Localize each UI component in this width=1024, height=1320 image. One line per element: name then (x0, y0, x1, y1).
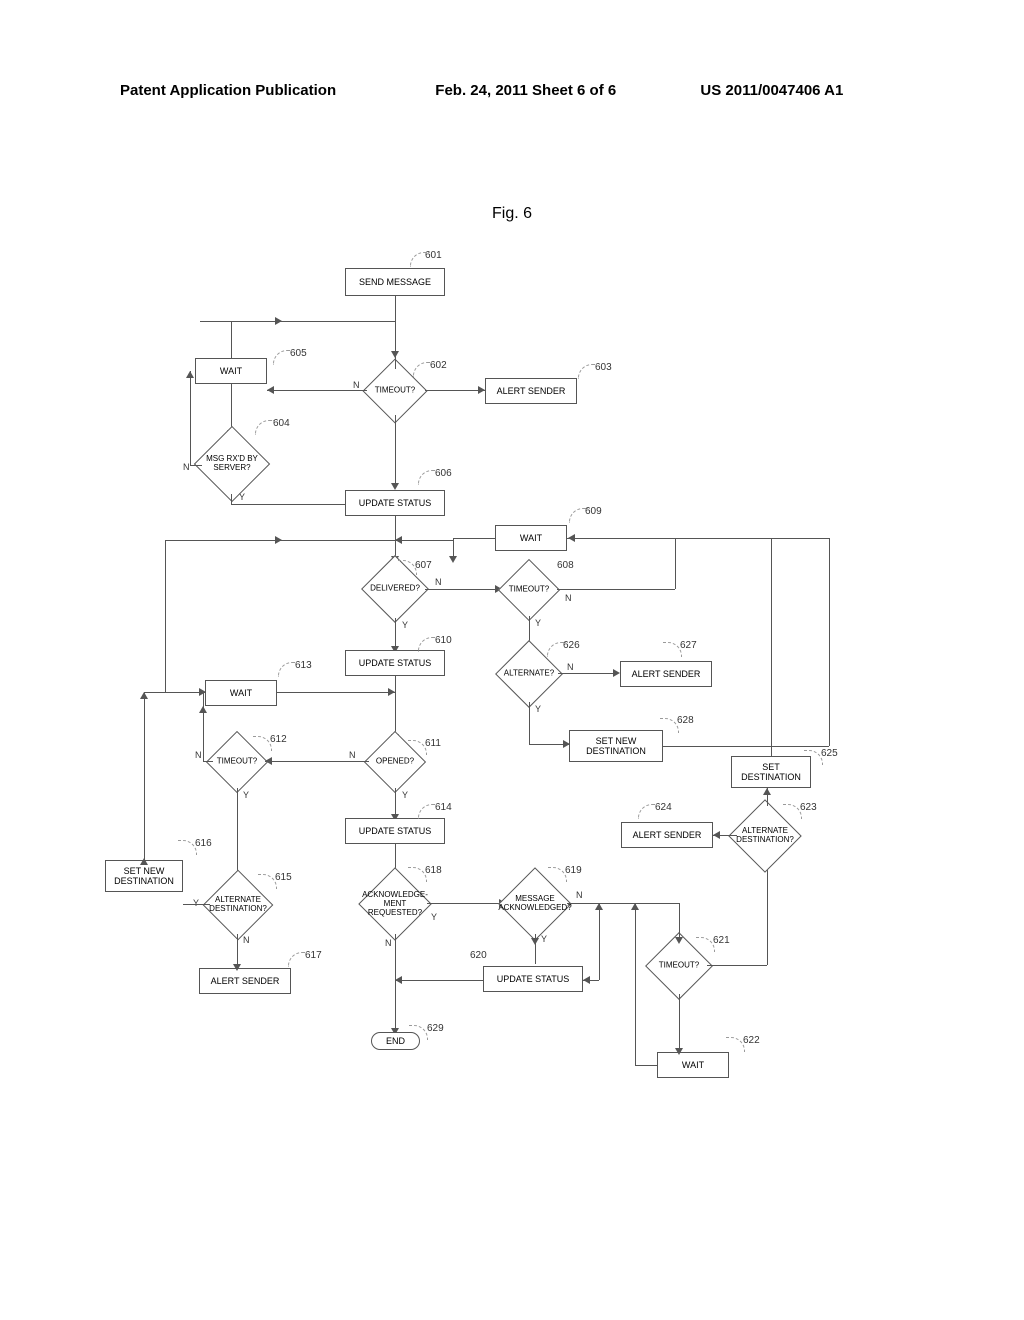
edge-611-N: N (349, 750, 356, 760)
ref-611: 611 (425, 738, 441, 749)
node-update-606: UPDATE STATUS (345, 490, 445, 516)
ref-610: 610 (435, 635, 452, 646)
node-wait-609: WAIT (495, 525, 567, 551)
edge-604-N: N (183, 462, 190, 472)
node-alert-617: ALERT SENDER (199, 968, 291, 994)
edge-615-Y: Y (193, 898, 199, 908)
ref-620: 620 (470, 950, 487, 961)
ref-604: 604 (273, 418, 290, 429)
ref-627: 627 (680, 640, 697, 651)
edge-619-Y: Y (541, 934, 547, 944)
edge-611-Y: Y (402, 790, 408, 800)
header-right: US 2011/0047406 A1 (700, 82, 843, 99)
header-left: Patent Application Publication (120, 82, 336, 99)
ref-613: 613 (295, 660, 312, 671)
node-update-610: UPDATE STATUS (345, 650, 445, 676)
ref-606: 606 (435, 468, 452, 479)
edge-626-Y: Y (535, 704, 541, 714)
node-wait-605: WAIT (195, 358, 267, 384)
edge-612-N: N (195, 750, 202, 760)
ref-608: 608 (557, 560, 574, 571)
edge-608-N: N (565, 593, 572, 603)
edge-607-N: N (435, 577, 442, 587)
ref-605: 605 (290, 348, 307, 359)
ref-628: 628 (677, 715, 694, 726)
edge-608-Y: Y (535, 618, 541, 628)
edge-618-Y: Y (431, 912, 437, 922)
node-wait-622: WAIT (657, 1052, 729, 1078)
ref-625: 625 (821, 748, 838, 759)
node-alert-627: ALERT SENDER (620, 661, 712, 687)
ref-615: 615 (275, 872, 292, 883)
header-mid: Feb. 24, 2011 Sheet 6 of 6 (435, 82, 616, 99)
node-msg-rxd: MSG RX'D BYSERVER? (194, 426, 270, 502)
ref-618: 618 (425, 865, 442, 876)
page-header: Patent Application Publication Feb. 24, … (0, 82, 1024, 99)
ref-602: 602 (430, 360, 447, 371)
ref-614: 614 (435, 802, 452, 813)
ref-612: 612 (270, 734, 287, 745)
edge-618-N: N (385, 938, 392, 948)
node-wait-613: WAIT (205, 680, 277, 706)
ref-629: 629 (427, 1023, 444, 1034)
figure-title: Fig. 6 (0, 205, 1024, 223)
node-send-message: SEND MESSAGE (345, 268, 445, 296)
node-timeout-608: TIMEOUT? (498, 559, 560, 621)
edge-626-N: N (567, 662, 574, 672)
ref-616: 616 (195, 838, 212, 849)
ref-607: 607 (415, 560, 432, 571)
edge-604-Y: Y (239, 492, 245, 502)
ref-622: 622 (743, 1035, 760, 1046)
node-update-620: UPDATE STATUS (483, 966, 583, 992)
edge-602-N: N (353, 380, 360, 390)
edge-615-N: N (243, 935, 250, 945)
ref-621: 621 (713, 935, 730, 946)
edge-619-N: N (576, 890, 583, 900)
ref-603: 603 (595, 362, 612, 373)
edge-612-Y: Y (243, 790, 249, 800)
node-set-new-628: SET NEWDESTINATION (569, 730, 663, 762)
node-update-614: UPDATE STATUS (345, 818, 445, 844)
node-alert-624: ALERT SENDER (621, 822, 713, 848)
ref-619: 619 (565, 865, 582, 876)
ref-623: 623 (800, 802, 817, 813)
ref-624: 624 (655, 802, 672, 813)
flowchart-canvas: SEND MESSAGE 601 WAIT 605 MSG RX'D BYSER… (95, 240, 935, 1200)
ref-617: 617 (305, 950, 322, 961)
node-alert-603: ALERT SENDER (485, 378, 577, 404)
node-set-dest-625: SETDESTINATION (731, 756, 811, 788)
edge-607-Y: Y (402, 620, 408, 630)
